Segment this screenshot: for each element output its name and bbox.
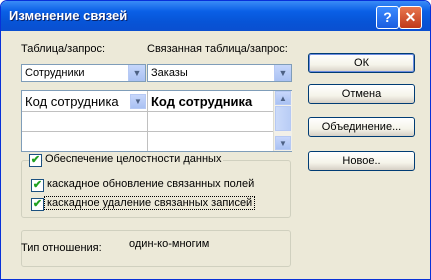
scroll-down-icon[interactable]: ▼ <box>275 136 291 150</box>
grid-column-divider <box>147 91 148 151</box>
table-combobox[interactable]: Сотрудники ▼ <box>21 64 146 82</box>
scroll-up-icon[interactable]: ▲ <box>275 91 291 105</box>
title-bar[interactable]: Изменение связей ? ✕ <box>1 1 430 31</box>
create-new-button[interactable]: Новое.. <box>308 151 415 171</box>
table-query-label: Таблица/запрос: <box>21 43 106 55</box>
table-combobox-value: Сотрудники <box>25 67 85 79</box>
integrity-checkbox[interactable]: ✔ <box>29 154 42 167</box>
grid-scrollbar[interactable]: ▲ ▼ <box>273 91 292 151</box>
close-button[interactable]: ✕ <box>399 6 422 29</box>
chevron-down-icon[interactable]: ▼ <box>274 65 291 81</box>
cascade-update-label[interactable]: каскадное обновление связанных полей <box>45 178 257 190</box>
edit-relationships-dialog: Изменение связей ? ✕ Таблица/запрос: Свя… <box>0 0 431 280</box>
field-mapping-grid: Код сотрудника ▼ Код сотрудника ▲ ▼ <box>21 90 292 152</box>
related-table-query-label: Связанная таблица/запрос: <box>147 43 288 55</box>
grid-row-divider <box>22 131 273 132</box>
join-type-button[interactable]: Объединение... <box>308 117 415 137</box>
cascade-update-checkbox[interactable]: ✔ <box>31 179 44 192</box>
chevron-down-icon[interactable]: ▼ <box>130 94 146 109</box>
cascade-delete-checkbox[interactable]: ✔ <box>31 198 44 211</box>
ok-button[interactable]: ОК <box>308 53 415 73</box>
right-field-cell[interactable]: Код сотрудника <box>151 94 252 109</box>
cascade-delete-label[interactable]: каскадное удаление связанных записей <box>43 196 256 210</box>
related-table-combobox-value: Заказы <box>151 67 188 79</box>
scroll-thumb[interactable] <box>275 106 291 131</box>
cancel-button[interactable]: Отмена <box>308 84 415 104</box>
help-button[interactable]: ? <box>376 6 399 29</box>
relationship-type-value: один-ко-многим <box>129 238 210 250</box>
dialog-title: Изменение связей <box>9 8 128 23</box>
related-table-combobox[interactable]: Заказы ▼ <box>147 64 292 82</box>
relationship-type-label: Тип отношения: <box>21 242 102 254</box>
grid-row-divider <box>22 111 273 112</box>
left-field-cell[interactable]: Код сотрудника <box>25 94 119 109</box>
integrity-label[interactable]: Обеспечение целостности данных <box>43 153 224 165</box>
chevron-down-icon[interactable]: ▼ <box>128 65 145 81</box>
